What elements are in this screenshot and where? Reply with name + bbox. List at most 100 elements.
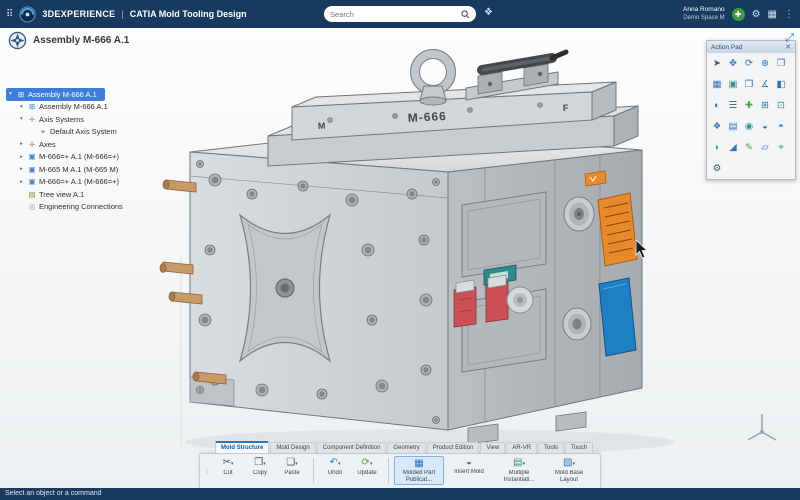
command-button[interactable]: ▧ Mold Base Layout (544, 456, 594, 485)
tree-item[interactable]: ▾ ✛ Axis Systems (6, 113, 168, 126)
tree-expand-icon[interactable]: ▸ (20, 141, 27, 147)
grid-icon[interactable]: ▦ (768, 9, 777, 20)
command-button[interactable]: ↶ Undo (319, 456, 351, 485)
command-button[interactable]: ❏ Paste (276, 456, 308, 485)
add-icon[interactable]: ✚ (732, 8, 745, 21)
tree-expand-icon[interactable]: ▸ (20, 154, 27, 160)
tree-item[interactable]: ▸ ▣ M-666=+ A.1 (M-666=+) (6, 176, 168, 189)
tool-icon[interactable]: ◒ (758, 120, 772, 133)
tool-icon[interactable]: ◐ (710, 99, 724, 112)
tree-item[interactable]: ▸ ▣ M-665 M A.1 (M-665 M) (6, 163, 168, 176)
command-button[interactable]: ⟳ Update (351, 456, 383, 485)
tree-expand-icon[interactable]: ▸ (20, 179, 27, 185)
command-label: Mold Base Layout (545, 470, 593, 483)
user-info[interactable]: Anna Romano Demo Space M (683, 6, 725, 22)
tool-icon[interactable]: ❖ (710, 120, 724, 133)
search-input[interactable] (330, 10, 461, 19)
tool-icon[interactable]: ▤ (726, 120, 740, 133)
tool-icon[interactable]: ∡ (758, 78, 772, 91)
tree-node-label: Assembly M-666 A.1 (39, 102, 108, 111)
tree-item[interactable]: ▾ ⊞ Assembly M-666 A.1 (6, 101, 168, 114)
command-button[interactable]: ✂ Cut (212, 456, 244, 485)
tool-icon[interactable]: ✚ (742, 99, 756, 112)
tree-item[interactable]: ◎ Engineering Connections (6, 201, 168, 214)
expand-viewport-icon[interactable]: ⤢ (785, 32, 794, 45)
tree-expand-icon[interactable]: ▾ (9, 91, 16, 97)
status-message: Select an object or a command (5, 490, 102, 497)
action-bar-tab[interactable]: Component Definition (317, 442, 387, 453)
3d-viewport-area[interactable]: Assembly M-666 A.1 ⤢ (0, 28, 800, 488)
tool-icon[interactable]: ❒ (774, 57, 788, 70)
tree-node-label: M-666=+ A.1 (M-666=+) (39, 177, 119, 186)
tool-icon[interactable]: ◗ (710, 141, 724, 154)
chevron-down-icon[interactable] (370, 461, 373, 467)
application-window: ⠿ 3DEXPERIENCE | CATIA Mold Tooling Desi… (0, 0, 800, 500)
tree-expand-icon[interactable]: ▸ (20, 166, 27, 172)
action-bar-tab[interactable]: AR-VR (506, 442, 537, 453)
tree-item[interactable]: ▸ ▣ M-666=+ A.1 (M-666=+) (6, 151, 168, 164)
apps-grid-icon[interactable]: ⠿ (6, 9, 13, 20)
blue-plate[interactable] (599, 278, 636, 356)
command-icon: ◒ (466, 457, 472, 468)
chevron-down-icon[interactable] (295, 461, 298, 467)
command-label: Undo (320, 470, 350, 483)
orange-data-plate[interactable] (598, 193, 637, 266)
tool-icon[interactable]: ⊕ (758, 57, 772, 70)
tool-icon[interactable]: ◓ (774, 120, 788, 133)
tree-item[interactable]: ▤ Tree view A.1 (6, 188, 168, 201)
tag-icon[interactable]: ❖ (484, 7, 493, 18)
action-bar-tab[interactable]: Mold Structure (215, 441, 269, 453)
tool-icon[interactable]: ◉ (742, 120, 756, 133)
chevron-down-icon[interactable] (572, 461, 575, 467)
tree-item[interactable]: ▸ ✛ Axes (6, 138, 168, 151)
tool-icon[interactable]: ▦ (710, 78, 724, 91)
3dexperience-logo-icon[interactable] (19, 6, 36, 23)
tool-icon[interactable]: ✥ (726, 57, 740, 70)
chevron-down-icon[interactable] (231, 461, 234, 467)
command-button[interactable]: ▦ Molded Part Publicat... (394, 456, 444, 485)
document-title: Assembly M-666 A.1 (33, 35, 129, 46)
front-face-pocket[interactable] (240, 215, 330, 361)
compass-icon[interactable] (8, 31, 27, 50)
search-icon[interactable] (461, 10, 470, 19)
action-bar-tab[interactable]: Touch (565, 442, 593, 453)
more-icon[interactable]: ⋮ (784, 9, 794, 20)
tool-icon[interactable]: ⊞ (758, 99, 772, 112)
axis-triad[interactable] (748, 414, 776, 440)
tool-icon[interactable]: ✎ (742, 141, 756, 154)
tool-icon[interactable]: ▱ (758, 141, 772, 154)
tool-icon[interactable]: ◢ (726, 141, 740, 154)
action-bar-tab[interactable]: Tools (538, 442, 564, 453)
tree-expand-icon[interactable]: ▾ (20, 116, 27, 122)
tree-item[interactable]: ▾ ⊞ Assembly M-666 A.1 (6, 88, 105, 101)
tree-item[interactable]: ⌖ Default Axis System (6, 126, 168, 139)
command-button[interactable]: ▤ Multiple Instantiati... (494, 456, 544, 485)
tool-icon[interactable]: ⊡ (774, 99, 788, 112)
command-label: Multiple Instantiati... (495, 470, 543, 483)
tool-icon[interactable]: ❐ (742, 78, 756, 91)
command-label: Copy (245, 470, 275, 483)
brand-title: 3DEXPERIENCE (42, 9, 115, 19)
command-button[interactable]: ❐ Copy (244, 456, 276, 485)
tool-icon[interactable]: ⟳ (742, 57, 756, 70)
wrench-icon[interactable]: ⚙ (752, 9, 761, 20)
app-title: CATIA Mold Tooling Design (130, 9, 247, 19)
drag-handle-icon[interactable]: ⋮ (204, 456, 210, 485)
tool-icon[interactable]: ⌖ (774, 141, 788, 154)
action-bar-tab[interactable]: Geometry (387, 442, 425, 453)
chevron-down-icon[interactable] (263, 461, 266, 467)
command-button[interactable]: ◒ Insert Mold (444, 456, 494, 485)
chevron-down-icon[interactable] (522, 461, 525, 467)
tool-icon[interactable]: ⚙ (710, 162, 724, 175)
tool-icon[interactable]: ➤ (710, 57, 724, 70)
tool-icon[interactable]: ☰ (726, 99, 740, 112)
tool-icon[interactable]: ◧ (774, 78, 788, 91)
action-bar-tab[interactable]: View (480, 442, 505, 453)
chevron-down-icon[interactable] (338, 461, 341, 467)
action-bar-tab[interactable]: Mold Design (270, 442, 315, 453)
tree-expand-icon[interactable]: ▾ (20, 104, 27, 110)
tool-icon[interactable]: ▣ (726, 78, 740, 91)
orange-logo-plate[interactable] (585, 171, 606, 186)
action-bar-tab[interactable]: Product Edition (427, 442, 480, 453)
tree-node-icon: ✛ (27, 115, 37, 124)
